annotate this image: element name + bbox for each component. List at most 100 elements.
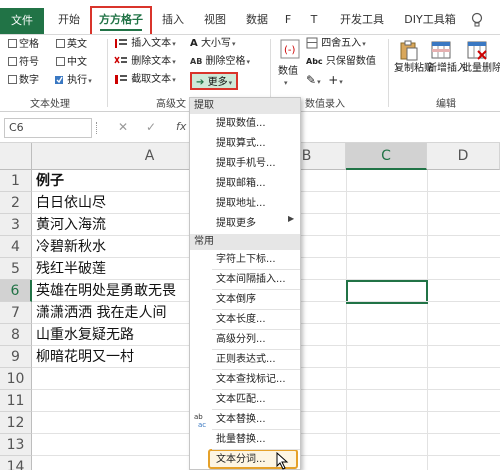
tab-fangfang-gezi[interactable]: 方方格子	[90, 6, 152, 34]
round-icon	[306, 37, 318, 49]
menu-item-common[interactable]: 文本查找标记...	[190, 370, 300, 390]
checkbox-symbol[interactable]: 符号	[8, 55, 39, 71]
row-header[interactable]: 2	[0, 192, 32, 214]
gridline	[346, 170, 347, 470]
keep-value-icon: Abc	[306, 57, 323, 66]
cell-a7[interactable]: 潇潇洒洒 我在走人间	[32, 302, 192, 324]
row-header[interactable]: 14	[0, 456, 32, 470]
cut-text-icon	[115, 75, 127, 84]
menu-item-extract[interactable]: 提取数值...	[190, 114, 300, 134]
menu-item-common[interactable]: 文本匹配...	[190, 390, 300, 410]
tab-home[interactable]: 开始	[52, 8, 86, 34]
menu-item-common[interactable]: 文本分词...	[190, 450, 300, 470]
menu-item-common[interactable]: 字符上下标...	[190, 250, 300, 270]
menu-item-common[interactable]: 文本间隔插入...	[190, 270, 300, 290]
menu-item-common[interactable]: 批量替换...	[190, 430, 300, 450]
row-header[interactable]: 8	[0, 324, 32, 346]
delete-text-icon	[114, 56, 127, 64]
cell-a5[interactable]: 残红半破莲	[32, 258, 192, 280]
table-delete-icon	[467, 41, 487, 60]
checkbox-number[interactable]: 数字	[8, 73, 39, 89]
row-header[interactable]: 5	[0, 258, 32, 280]
row-header[interactable]: 3	[0, 214, 32, 236]
row-header[interactable]: 7	[0, 302, 32, 324]
row-header[interactable]: 12	[0, 412, 32, 434]
row-header[interactable]: 9	[0, 346, 32, 368]
name-box[interactable]: C6	[4, 118, 92, 138]
row-header[interactable]: 4	[0, 236, 32, 258]
tab-t[interactable]: T	[306, 8, 322, 34]
menu-item-extract[interactable]: 提取算式...	[190, 134, 300, 154]
cell-a9[interactable]: 柳暗花明又一村	[32, 346, 192, 368]
group-title-text-processing: 文本处理	[30, 99, 70, 110]
round-button[interactable]: 四舍五入▾	[306, 35, 366, 53]
group-title-edit: 编辑	[436, 99, 456, 110]
splitter-handle[interactable]	[96, 122, 100, 134]
row-header[interactable]: 10	[0, 368, 32, 390]
new-insert-button[interactable]: 新增插入	[427, 63, 467, 89]
cell-a1[interactable]: 例子	[32, 170, 192, 192]
cell-a3[interactable]: 黄河入海流	[32, 214, 192, 236]
menu-item-common[interactable]: 高级分列...	[190, 330, 300, 350]
menu-item-extract[interactable]: 提取地址...	[190, 194, 300, 214]
more-dropdown-menu: 提取 常用 ▶ ab ac 提取数值... 提取算式... 提取手机号... 提取邮箱…	[189, 97, 301, 470]
select-all-corner[interactable]	[0, 143, 32, 170]
tab-data[interactable]: 数据	[240, 8, 274, 34]
delete-space-button[interactable]: AB 删除空格▾	[190, 53, 250, 71]
tab-f[interactable]: F	[280, 8, 296, 34]
numeric-value-icon: (-)	[280, 39, 300, 59]
cell-a2[interactable]: 白日依山尽	[32, 192, 192, 214]
group-divider	[107, 39, 108, 107]
keep-value-button[interactable]: Abc 只保留数值	[306, 53, 376, 71]
function-icon[interactable]: fx	[176, 120, 186, 133]
tab-diy-toolbox[interactable]: DIY工具箱	[400, 8, 460, 34]
more-button[interactable]: ➔ 更多▾	[190, 72, 239, 90]
format-icon: ✎	[306, 73, 317, 87]
tab-view[interactable]: 视图	[198, 8, 232, 34]
delete-text-button[interactable]: 删除文本▾	[114, 53, 176, 71]
checkbox-space[interactable]: 空格	[8, 37, 39, 53]
row-header[interactable]: 13	[0, 434, 32, 456]
insert-text-button[interactable]: 插入文本▾	[114, 35, 176, 53]
group-divider	[388, 39, 389, 107]
execute-button[interactable]: 执行▾	[54, 72, 92, 90]
plus-icon: +	[328, 73, 339, 87]
lightbulb-icon[interactable]	[470, 12, 484, 28]
column-header-d[interactable]: D	[427, 143, 500, 170]
column-header-c[interactable]: C	[346, 143, 427, 170]
case-button[interactable]: A 大小写▾	[190, 35, 235, 53]
cancel-icon[interactable]: ✕	[118, 120, 128, 134]
row-header[interactable]: 1	[0, 170, 32, 192]
checkbox-chinese[interactable]: 中文	[56, 55, 87, 71]
checkbox-english[interactable]: 英文	[56, 37, 87, 53]
plus-minus-buttons[interactable]: ✎▾ +▾	[306, 71, 343, 89]
menu-item-common[interactable]: 文本长度...	[190, 310, 300, 330]
cell-a8[interactable]: 山重水复疑无路	[32, 324, 192, 346]
tab-file[interactable]: 文件	[0, 8, 44, 34]
menu-item-extract[interactable]: 提取邮箱...	[190, 174, 300, 194]
menu-item-common[interactable]: 文本倒序	[190, 290, 300, 310]
tab-insert[interactable]: 插入	[156, 8, 190, 34]
case-icon: A	[190, 38, 198, 49]
tab-developer[interactable]: 开发工具	[334, 8, 390, 34]
table-insert-icon	[431, 41, 451, 59]
cell-a6[interactable]: 英雄在明处是勇敢无畏	[32, 280, 192, 302]
numeric-value-button[interactable]: 数值	[278, 63, 298, 81]
confirm-icon[interactable]: ✓	[146, 120, 156, 134]
menu-item-common[interactable]: 正则表达式...	[190, 350, 300, 370]
menu-item-common[interactable]: 文本替换...	[190, 410, 300, 430]
menu-section-common: 常用	[190, 234, 300, 250]
cut-text-button[interactable]: 截取文本▾	[114, 71, 176, 89]
menu-item-extract[interactable]: 提取更多	[190, 214, 300, 234]
group-title-advanced-text: 高级文	[156, 99, 186, 110]
group-title-numeric: 数值录入	[305, 99, 345, 110]
row-header[interactable]: 6	[0, 280, 32, 302]
menu-item-extract[interactable]: 提取手机号...	[190, 154, 300, 174]
insert-text-icon	[115, 39, 127, 48]
row-header[interactable]: 11	[0, 390, 32, 412]
delete-space-icon: AB	[190, 57, 203, 66]
chevron-down-icon: ▾	[284, 79, 288, 87]
cell-a4[interactable]: 冷碧新秋水	[32, 236, 192, 258]
menu-section-extract: 提取	[190, 98, 300, 114]
batch-delete-button[interactable]: 批量删除	[462, 63, 500, 89]
